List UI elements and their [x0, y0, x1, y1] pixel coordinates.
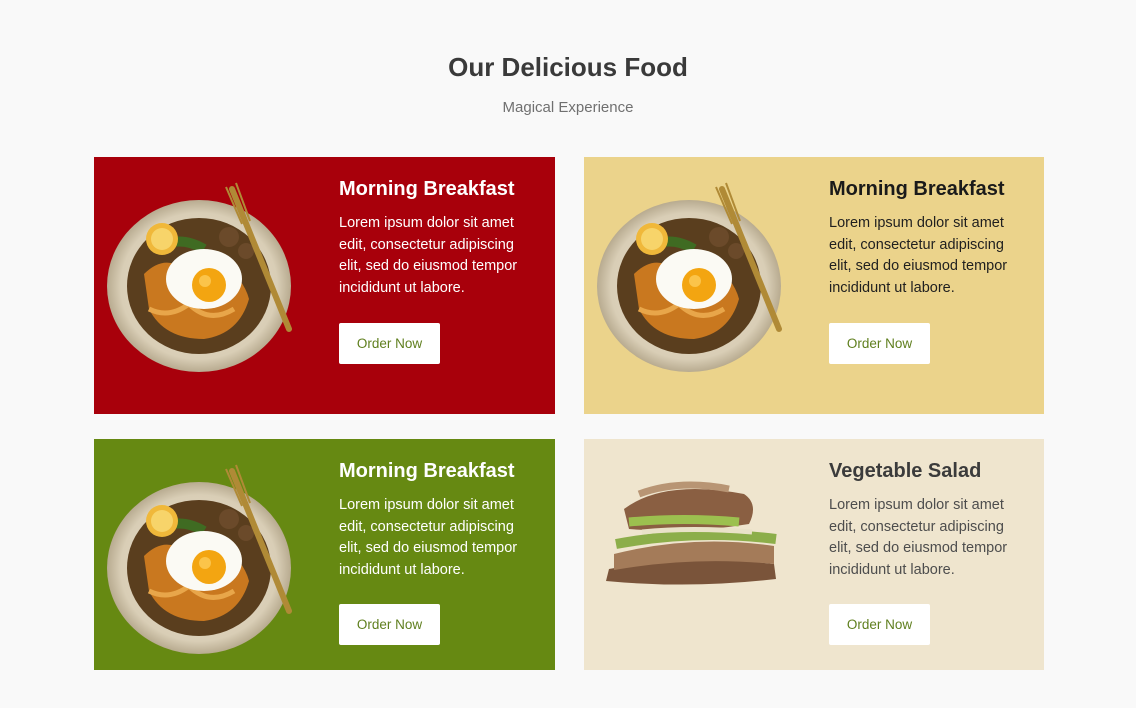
section-title: Our Delicious Food	[448, 52, 688, 82]
order-now-button[interactable]: Order Now	[829, 604, 930, 645]
food-card-title: Vegetable Salad	[829, 460, 982, 482]
food-card-content: Morning Breakfast Lorem ipsum dolor sit …	[339, 177, 539, 299]
food-card-title: Morning Breakfast	[339, 460, 515, 482]
food-card-content: Vegetable Salad Lorem ipsum dolor sit am…	[829, 459, 1029, 581]
food-card-description: Lorem ipsum dolor sit amet edit, consect…	[339, 215, 518, 296]
food-card-2: Morning Breakfast Lorem ipsum dolor sit …	[584, 157, 1044, 414]
order-now-button[interactable]: Order Now	[829, 323, 930, 364]
sandwich-image	[594, 474, 794, 670]
food-card-4: Vegetable Salad Lorem ipsum dolor sit am…	[584, 439, 1044, 670]
food-card-description: Lorem ipsum dolor sit amet edit, consect…	[829, 215, 1008, 296]
order-now-button[interactable]: Order Now	[339, 323, 440, 364]
food-card-description: Lorem ipsum dolor sit amet edit, consect…	[829, 497, 1008, 578]
food-card-title: Morning Breakfast	[339, 178, 515, 200]
breakfast-plate-image	[594, 179, 794, 379]
food-card-title: Morning Breakfast	[829, 178, 1005, 200]
food-card-description: Lorem ipsum dolor sit amet edit, consect…	[339, 497, 518, 578]
food-card-content: Morning Breakfast Lorem ipsum dolor sit …	[339, 459, 539, 581]
breakfast-plate-image	[104, 179, 304, 379]
food-card-1: Morning Breakfast Lorem ipsum dolor sit …	[94, 157, 555, 414]
food-card-3: Morning Breakfast Lorem ipsum dolor sit …	[94, 439, 555, 670]
order-now-button[interactable]: Order Now	[339, 604, 440, 645]
section-subtitle: Magical Experience	[502, 99, 634, 116]
breakfast-plate-image	[104, 461, 304, 661]
food-card-content: Morning Breakfast Lorem ipsum dolor sit …	[829, 177, 1029, 299]
